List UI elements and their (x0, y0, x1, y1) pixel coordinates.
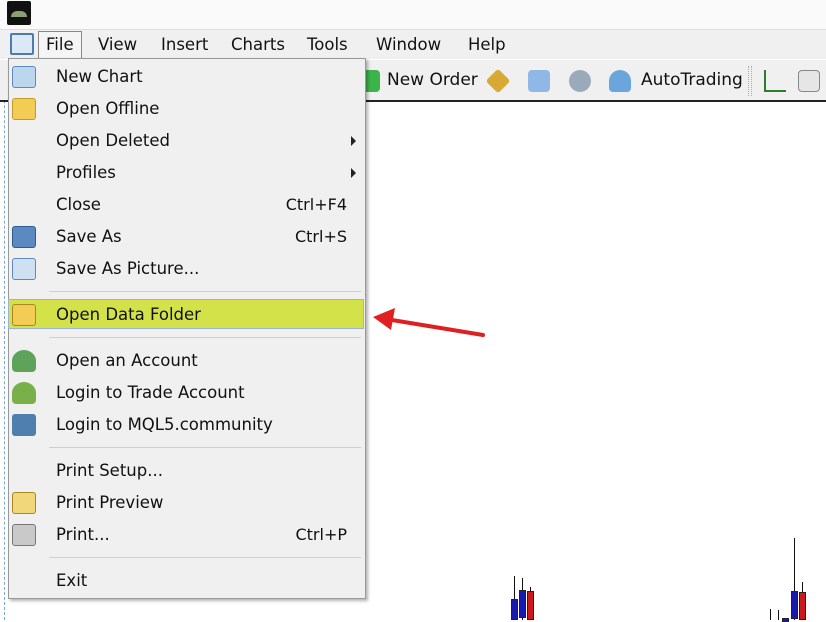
annotation-arrow-icon (373, 308, 485, 337)
